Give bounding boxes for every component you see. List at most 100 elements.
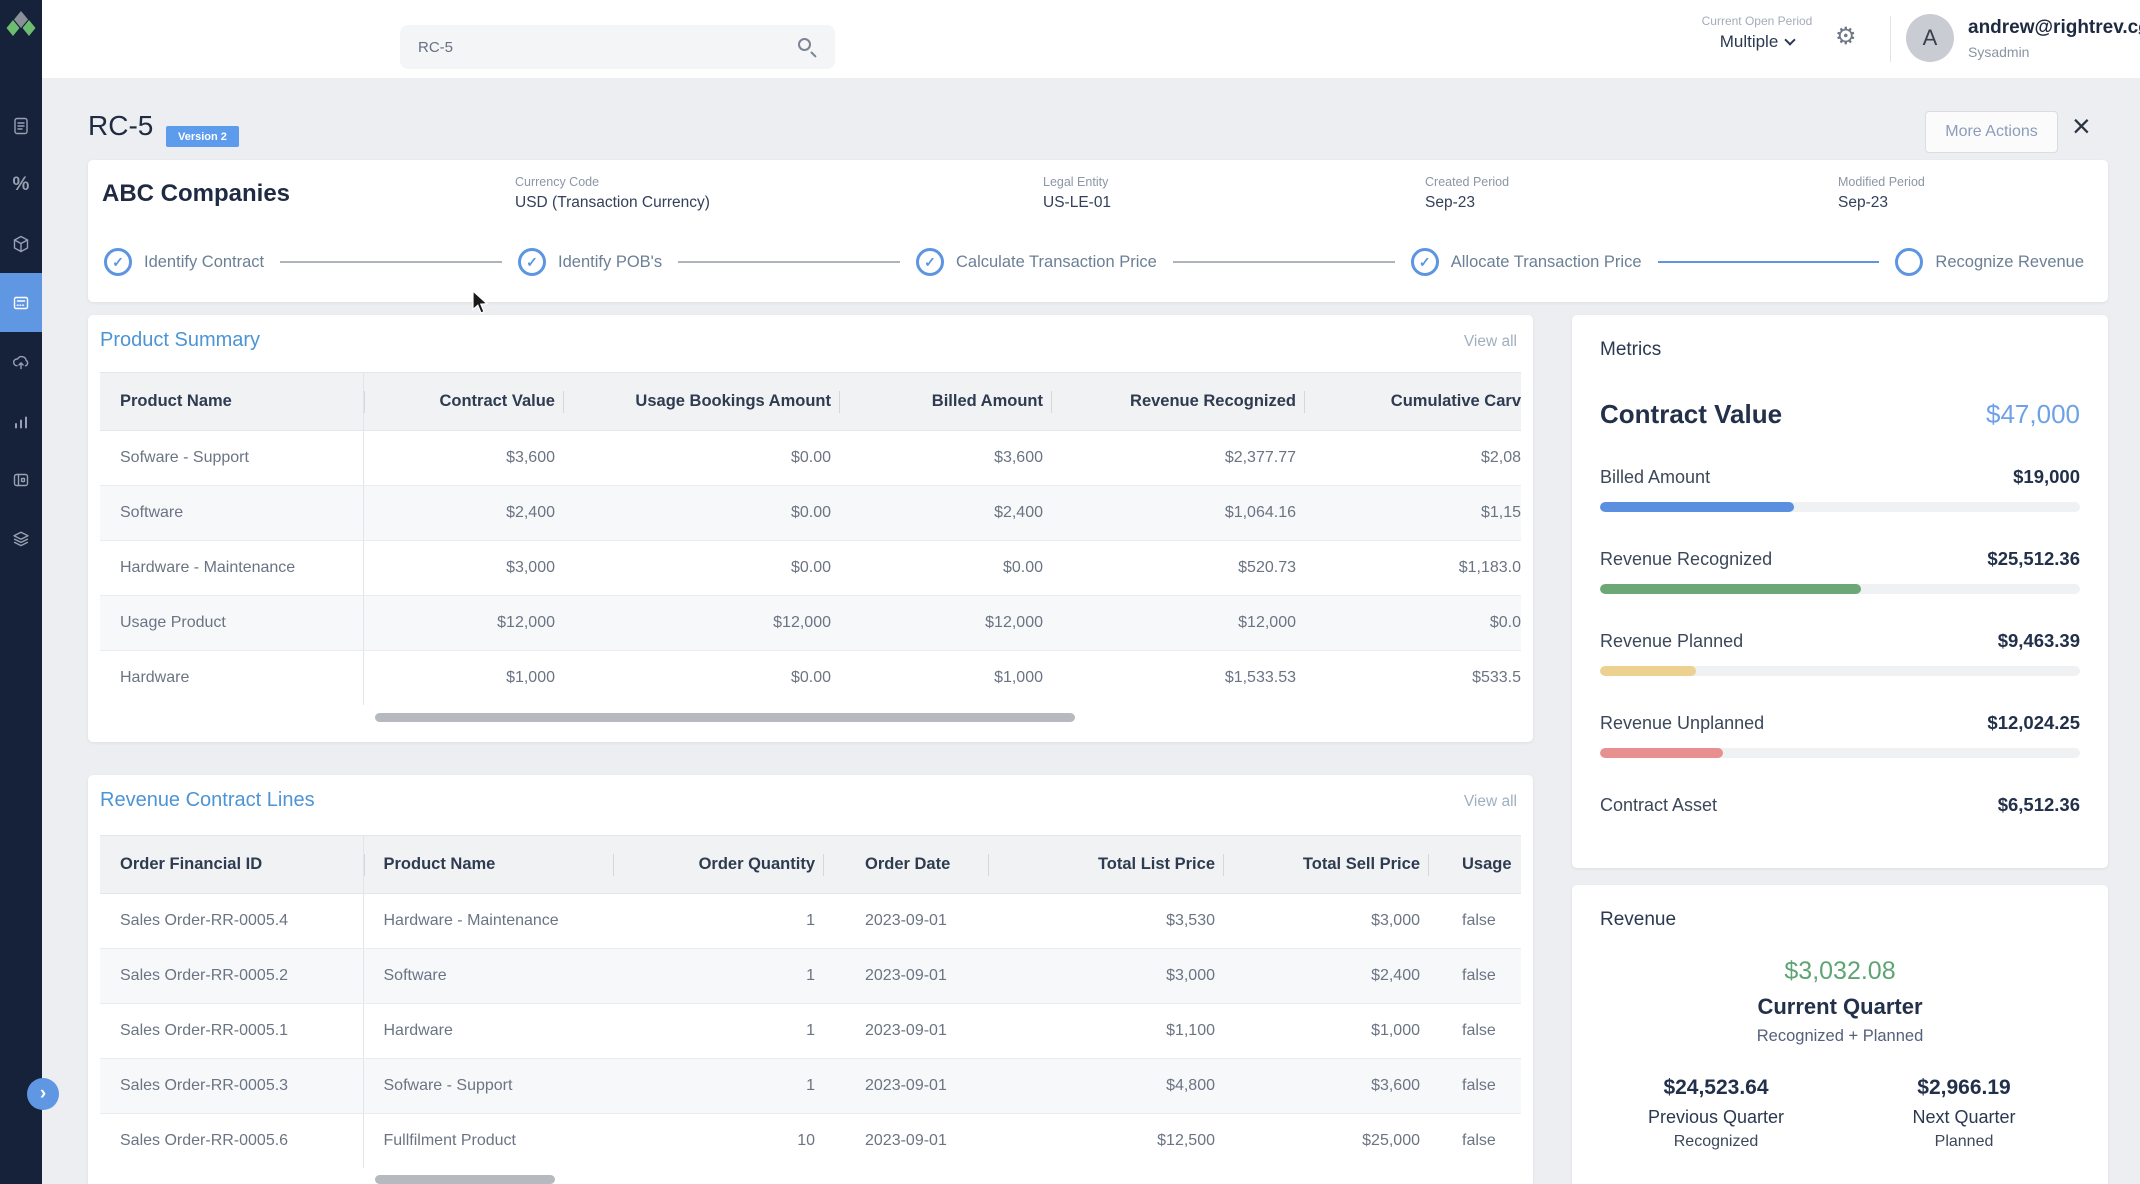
col-billed-amount: Billed Amount — [839, 373, 1051, 431]
previous-quarter-block: $24,523.64 Previous Quarter Recognized — [1616, 1076, 1816, 1151]
field-modified-period: Modified Period Sep-23 — [1838, 175, 1925, 212]
sidebar-item-upload[interactable] — [0, 332, 42, 391]
page-title: RC-5 — [88, 110, 153, 142]
metrics-card: Metrics Contract Value $47,000 Billed Am… — [1572, 315, 2108, 868]
table-header-row: Order Financial ID Product Name Order Qu… — [100, 836, 1521, 894]
product-summary-title: Product Summary — [100, 329, 260, 352]
product-summary-view-all-link[interactable]: View all — [1464, 333, 1517, 351]
user-email: andrew@rightrev.com — [1968, 17, 2140, 39]
revenue-contract-lines-view-all-link[interactable]: View all — [1464, 793, 1517, 811]
settings-gear-icon[interactable]: ⚙ — [1835, 22, 1857, 51]
step-allocate-price: ✓ Allocate Transaction Price — [1411, 248, 1642, 276]
col-product-name: Product Name — [363, 836, 613, 894]
metric-revenue-unplanned: Revenue Unplanned$12,024.25 — [1600, 712, 2080, 758]
wallet-icon — [11, 470, 31, 490]
sidebar-expand-button[interactable]: › — [27, 1078, 59, 1110]
close-icon[interactable]: × — [2072, 110, 2091, 142]
sidebar-item-wallet[interactable] — [0, 450, 42, 509]
table-row[interactable]: Usage Product$12,000$12,000$12,000$12,00… — [100, 596, 1521, 651]
table-row[interactable]: Software$2,400$0.00$2,400$1,064.16$1,15 — [100, 486, 1521, 541]
field-created-period: Created Period Sep-23 — [1425, 175, 1509, 212]
step-connector — [1173, 261, 1395, 263]
revenue-stepper: ✓ Identify Contract ✓ Identify POB's ✓ C… — [104, 248, 2084, 276]
period-dropdown[interactable]: Multiple — [1720, 32, 1795, 52]
billed-amount-bar — [1600, 502, 2080, 512]
step-connector — [1658, 261, 1880, 263]
customer-name: ABC Companies — [102, 180, 290, 208]
table-row[interactable]: Sofware - Support$3,600$0.00$3,600$2,377… — [100, 431, 1521, 486]
check-icon: ✓ — [526, 254, 538, 271]
more-actions-button[interactable]: More Actions — [1925, 111, 2058, 153]
search-icon[interactable] — [798, 38, 811, 51]
sidebar-item-contracts-active[interactable] — [0, 273, 42, 332]
billing-icon — [11, 293, 31, 313]
sidebar-item-percent[interactable]: % — [0, 155, 42, 214]
col-cumulative-carve: Cumulative Carv — [1304, 373, 1521, 431]
chevron-right-icon: › — [40, 1083, 46, 1105]
contract-value-amount: $47,000 — [1986, 399, 2080, 430]
step-calculate-price: ✓ Calculate Transaction Price — [916, 248, 1157, 276]
current-quarter-block: $3,032.08 Current Quarter Recognized + P… — [1600, 957, 2080, 1046]
sidebar-item-document[interactable] — [0, 96, 42, 155]
revenue-contract-lines-card: Revenue Contract Lines View all Order Fi… — [88, 775, 1533, 1184]
product-summary-card: Product Summary View all Product Name Co… — [88, 315, 1533, 742]
table-row[interactable]: Sales Order-RR-0005.3Sofware - Support12… — [100, 1059, 1521, 1114]
period-label: Current Open Period — [1657, 14, 1857, 28]
field-legal-entity: Legal Entity US-LE-01 — [1043, 175, 1111, 212]
rightrev-logo-icon — [3, 8, 39, 51]
table-row[interactable]: Hardware - Maintenance$3,000$0.00$0.00$5… — [100, 541, 1521, 596]
table-row[interactable]: Hardware$1,000$0.00$1,000$1,533.53$533.5 — [100, 651, 1521, 706]
col-product-name: Product Name — [100, 373, 363, 431]
table-row[interactable]: Sales Order-RR-0005.4Hardware - Maintena… — [100, 894, 1521, 949]
table-row[interactable]: Sales Order-RR-0005.1Hardware12023-09-01… — [100, 1004, 1521, 1059]
step-recognize-revenue: Recognize Revenue — [1895, 248, 2084, 276]
contract-value-row: Contract Value $47,000 — [1600, 399, 2080, 430]
revenue-contract-lines-title: Revenue Contract Lines — [100, 789, 315, 812]
metric-revenue-planned: Revenue Planned$9,463.39 — [1600, 630, 2080, 676]
contract-header-card: ABC Companies Currency Code USD (Transac… — [88, 160, 2108, 302]
col-order-financial-id: Order Financial ID — [100, 836, 363, 894]
search-input[interactable] — [400, 25, 835, 69]
horizontal-scrollbar[interactable] — [375, 1175, 555, 1184]
col-usage-bookings: Usage Bookings Amount — [563, 373, 839, 431]
table-row[interactable]: Sales Order-RR-0005.6Fullfilment Product… — [100, 1114, 1521, 1169]
step-identify-contract: ✓ Identify Contract — [104, 248, 264, 276]
metric-revenue-recognized: Revenue Recognized$25,512.36 — [1600, 548, 2080, 594]
col-order-date: Order Date — [823, 836, 988, 894]
next-quarter-block: $2,966.19 Next Quarter Planned — [1864, 1076, 2064, 1151]
avatar[interactable]: A — [1906, 14, 1954, 62]
revenue-contract-lines-table: Order Financial ID Product Name Order Qu… — [100, 835, 1521, 1168]
step-connector — [678, 261, 900, 263]
sidebar-nav: % — [0, 96, 42, 568]
col-order-quantity: Order Quantity — [613, 836, 823, 894]
col-contract-value: Contract Value — [363, 373, 563, 431]
col-total-sell-price: Total Sell Price — [1223, 836, 1428, 894]
horizontal-scrollbar[interactable] — [375, 713, 1075, 722]
col-usage: Usage — [1428, 836, 1521, 894]
revenue-planned-bar — [1600, 666, 2080, 676]
col-total-list-price: Total List Price — [988, 836, 1223, 894]
check-icon: ✓ — [1419, 254, 1431, 271]
metric-contract-asset: Contract Asset $6,512.36 — [1600, 794, 2080, 816]
layers-icon — [11, 529, 31, 549]
check-icon: ✓ — [112, 254, 124, 271]
chevron-down-icon — [1785, 34, 1796, 45]
metrics-title: Metrics — [1600, 339, 2080, 361]
metric-billed-amount: Billed Amount$19,000 — [1600, 466, 2080, 512]
revenue-unplanned-bar — [1600, 748, 2080, 758]
check-icon: ✓ — [924, 254, 936, 271]
table-row[interactable]: Sales Order-RR-0005.2Software12023-09-01… — [100, 949, 1521, 1004]
cube-icon — [11, 234, 31, 254]
percent-icon: % — [13, 174, 30, 196]
sidebar-item-products[interactable] — [0, 214, 42, 273]
user-role: Sysadmin — [1968, 44, 2029, 60]
app-root: % › Curre — [0, 0, 2140, 1184]
topbar: Current Open Period Multiple ⚙ A andrew@… — [42, 0, 2140, 78]
version-badge: Version 2 — [166, 126, 239, 147]
step-identify-pobs: ✓ Identify POB's — [518, 248, 662, 276]
table-header-row: Product Name Contract Value Usage Bookin… — [100, 373, 1521, 431]
product-summary-table: Product Name Contract Value Usage Bookin… — [100, 372, 1521, 705]
sidebar-item-layers[interactable] — [0, 509, 42, 568]
col-revenue-recognized: Revenue Recognized — [1051, 373, 1304, 431]
sidebar-item-reports[interactable] — [0, 391, 42, 450]
